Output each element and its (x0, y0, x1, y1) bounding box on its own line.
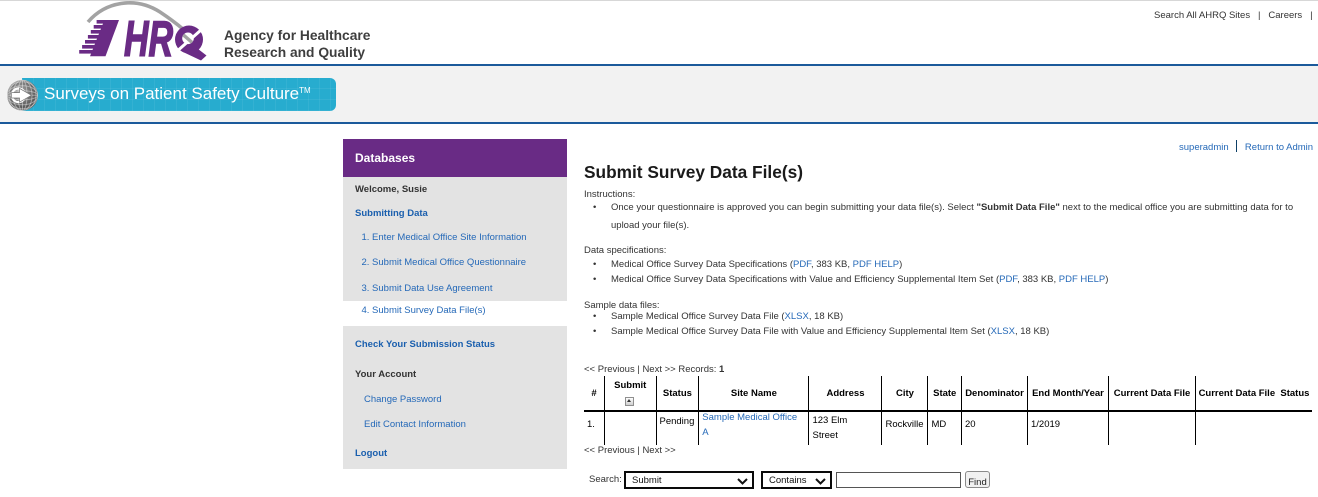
svg-text:HR: HR (124, 12, 173, 64)
